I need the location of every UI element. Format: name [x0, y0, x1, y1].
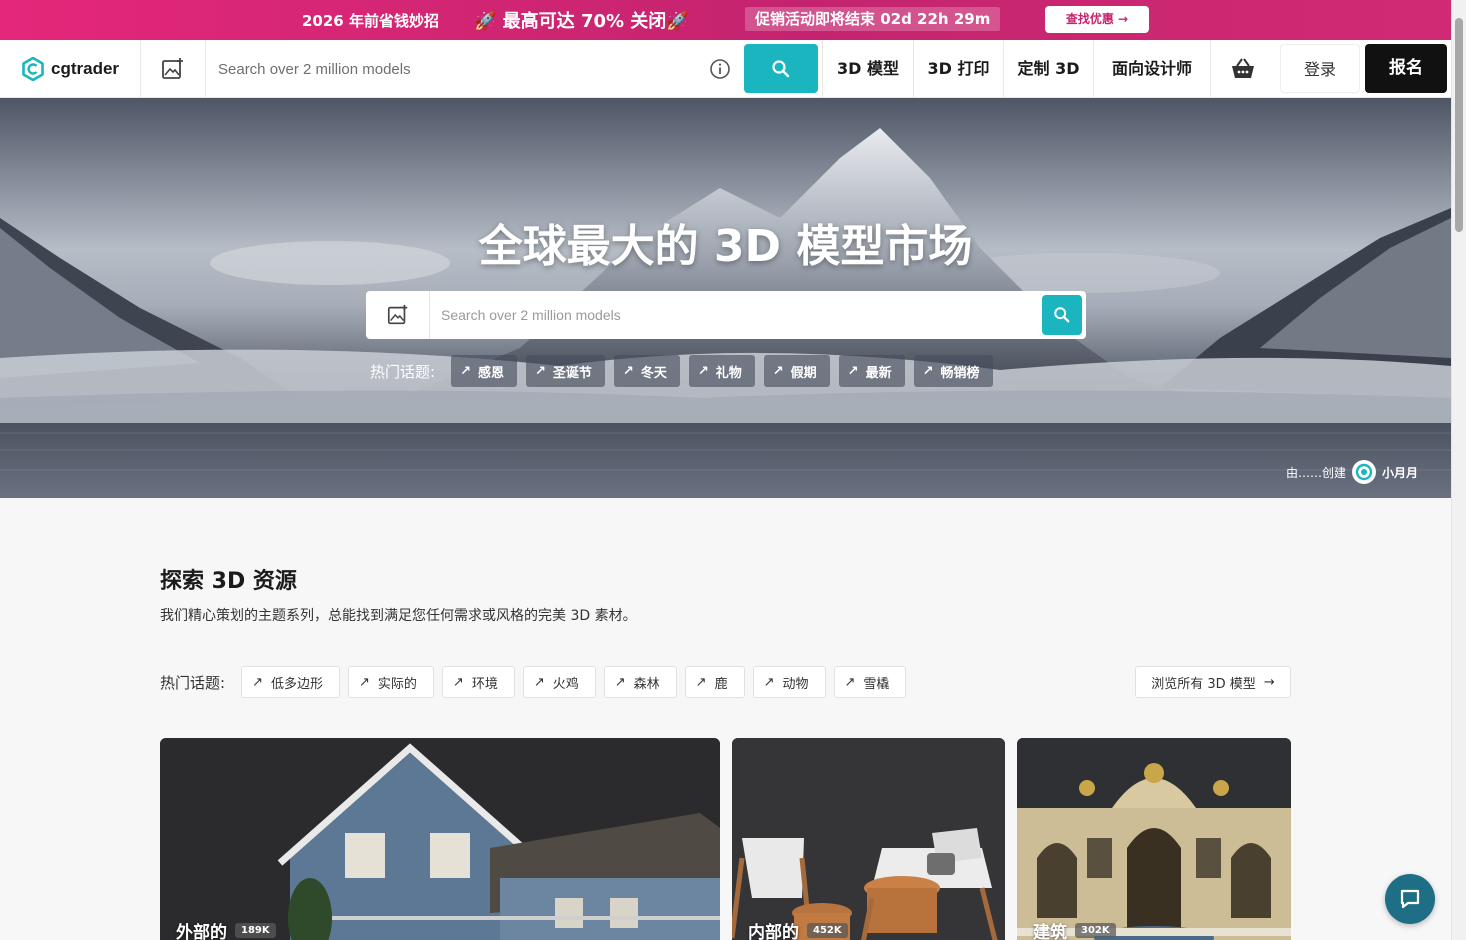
explore-title: 探索 3D 资源	[160, 569, 297, 594]
nav-for-designers[interactable]: 面向设计师	[1094, 40, 1210, 98]
trending-icon: ↗	[763, 674, 775, 690]
house-exterior-image	[160, 738, 720, 940]
trending-icon: ↗	[922, 363, 934, 379]
card-caption: 建筑 302K	[1033, 918, 1116, 940]
card-count-badge: 189K	[235, 923, 276, 938]
category-card-exterior[interactable]: 外部的 189K	[160, 738, 720, 940]
trending-icon: ↗	[695, 674, 707, 690]
card-caption: 内部的 452K	[748, 918, 848, 940]
login-button[interactable]: 登录	[1280, 44, 1360, 93]
explore-trending-topics: 热门话题: ↗ 低多边形 ↗ 实际的 ↗ 环境 ↗ 火鸡 ↗ 森林 ↗ 鹿 ↗ 动物 ↗ 雪橇	[160, 666, 914, 698]
search-input[interactable]	[206, 40, 736, 98]
hero-trending-topics: 热门话题: ↗ 感恩 ↗ 圣诞节 ↗ 冬天 ↗ 礼物 ↗ 假期 ↗ 最新 ↗ 畅销榜	[370, 355, 1002, 387]
hero-title: 全球最大的 3D 模型市场	[478, 221, 973, 272]
hero-topic-chip[interactable]: ↗ 畅销榜	[913, 355, 993, 387]
trending-icon: ↗	[772, 363, 784, 379]
palace-architecture-image	[1017, 738, 1291, 940]
card-title: 外部的	[176, 923, 227, 940]
trending-icon: ↗	[847, 363, 859, 379]
creator-avatar-icon	[1352, 460, 1377, 484]
cgtrader-logo[interactable]: cgtrader	[22, 57, 119, 81]
trending-icon: ↗	[622, 363, 634, 379]
card-caption: 外部的 189K	[176, 918, 276, 940]
promo-banner[interactable]: 2026 年前省钱妙招 🚀 最高可达 70% 关闭🚀 促销活动即将结束 02d …	[0, 0, 1451, 40]
hero-topic-chip[interactable]: ↗ 冬天	[613, 355, 680, 387]
hero-topic-chip[interactable]: ↗ 感恩	[451, 355, 517, 387]
search-button[interactable]	[744, 44, 818, 93]
topic-chip[interactable]: ↗ 环境	[441, 666, 515, 698]
interior-furniture-image	[732, 738, 1005, 940]
chat-icon	[1400, 889, 1420, 909]
promo-countdown: 促销活动即将结束 02d 22h 29m	[745, 7, 1001, 31]
nav-3d-models[interactable]: 3D 模型	[823, 40, 913, 98]
promo-cta-button[interactable]: 查找优惠 →	[1045, 6, 1149, 33]
cart-icon[interactable]	[1230, 57, 1256, 81]
signup-button[interactable]: 报名	[1365, 44, 1447, 93]
trending-icon: ↗	[452, 674, 464, 690]
search-icon	[1054, 307, 1070, 323]
card-count-badge: 302K	[1075, 923, 1116, 938]
image-search-icon	[387, 304, 407, 325]
card-count-badge: 452K	[807, 923, 848, 938]
credit-prefix: 由……创建	[1286, 465, 1347, 480]
info-icon[interactable]	[709, 58, 731, 80]
trending-icon: ↗	[460, 363, 471, 379]
category-card-architecture[interactable]: 建筑 302K	[1017, 738, 1291, 940]
hero-image-search-button[interactable]	[366, 291, 430, 339]
topic-chip[interactable]: ↗ 雪橇	[833, 666, 907, 698]
top-header: cgtrader 3D 模型 3D 打印 定制 3D 面向设计师 登录 报名	[0, 40, 1451, 98]
trending-icon: ↗	[614, 674, 626, 690]
topic-chip[interactable]: ↗ 实际的	[347, 666, 434, 698]
trending-icon: ↗	[252, 674, 263, 690]
hero-topic-chip[interactable]: ↗ 最新	[838, 355, 905, 387]
trending-icon: ↗	[533, 674, 545, 690]
explore-subtitle: 我们精心策划的主题系列，总能找到满足您任何需求或风格的完美 3D 素材。	[160, 608, 637, 624]
card-title: 内部的	[748, 923, 799, 940]
hero-search-button[interactable]	[1042, 295, 1082, 335]
trending-icon: ↗	[697, 363, 709, 379]
category-card-interior[interactable]: 内部的 452K	[732, 738, 1005, 940]
hero-search-input[interactable]	[430, 291, 1038, 339]
topic-chip[interactable]: ↗ 低多边形	[241, 666, 340, 698]
topic-chip[interactable]: ↗ 鹿	[684, 666, 745, 698]
image-search-icon[interactable]	[160, 56, 186, 82]
page-scrollbar[interactable]	[1451, 0, 1466, 940]
nav-3d-print[interactable]: 3D 打印	[914, 40, 1003, 98]
hero-topic-chip[interactable]: ↗ 圣诞节	[525, 355, 605, 387]
topic-chip[interactable]: ↗ 火鸡	[522, 666, 596, 698]
explore-topics-label: 热门话题:	[160, 673, 226, 692]
trending-icon: ↗	[358, 674, 370, 690]
trending-icon: ↗	[534, 363, 546, 379]
search-icon	[772, 59, 790, 77]
creator-name: 小月月	[1382, 465, 1419, 480]
hero-topic-chip[interactable]: ↗ 礼物	[688, 355, 755, 387]
hero-banner: 全球最大的 3D 模型市场 热门话题: ↗感恩 ↗圣诞节 ↗冬天 ↗礼物 ↗假期…	[0, 98, 1451, 498]
scrollbar-thumb[interactable]	[1455, 18, 1463, 232]
card-title: 建筑	[1033, 923, 1067, 940]
cgtrader-logo-icon	[22, 57, 44, 81]
promo-headline: 2026 年前省钱妙招	[302, 12, 439, 30]
hero-topics-label: 热门话题:	[370, 362, 436, 381]
chat-support-button[interactable]	[1385, 874, 1435, 924]
trending-icon: ↗	[844, 674, 856, 690]
hero-topic-chip[interactable]: ↗ 假期	[763, 355, 830, 387]
hero-search-bar	[366, 291, 1086, 339]
topic-chip[interactable]: ↗ 动物	[752, 666, 826, 698]
topic-chip[interactable]: ↗ 森林	[603, 666, 677, 698]
promo-offer: 🚀 最高可达 70% 关闭🚀	[474, 11, 689, 32]
arrow-right-icon: →	[1263, 674, 1275, 690]
logo-text: cgtrader	[51, 59, 120, 78]
browse-all-models-button[interactable]: 浏览所有 3D 模型 →	[1135, 666, 1291, 698]
nav-custom-3d[interactable]: 定制 3D	[1004, 40, 1093, 98]
hero-credit[interactable]: 由……创建 小月月	[1286, 460, 1418, 484]
